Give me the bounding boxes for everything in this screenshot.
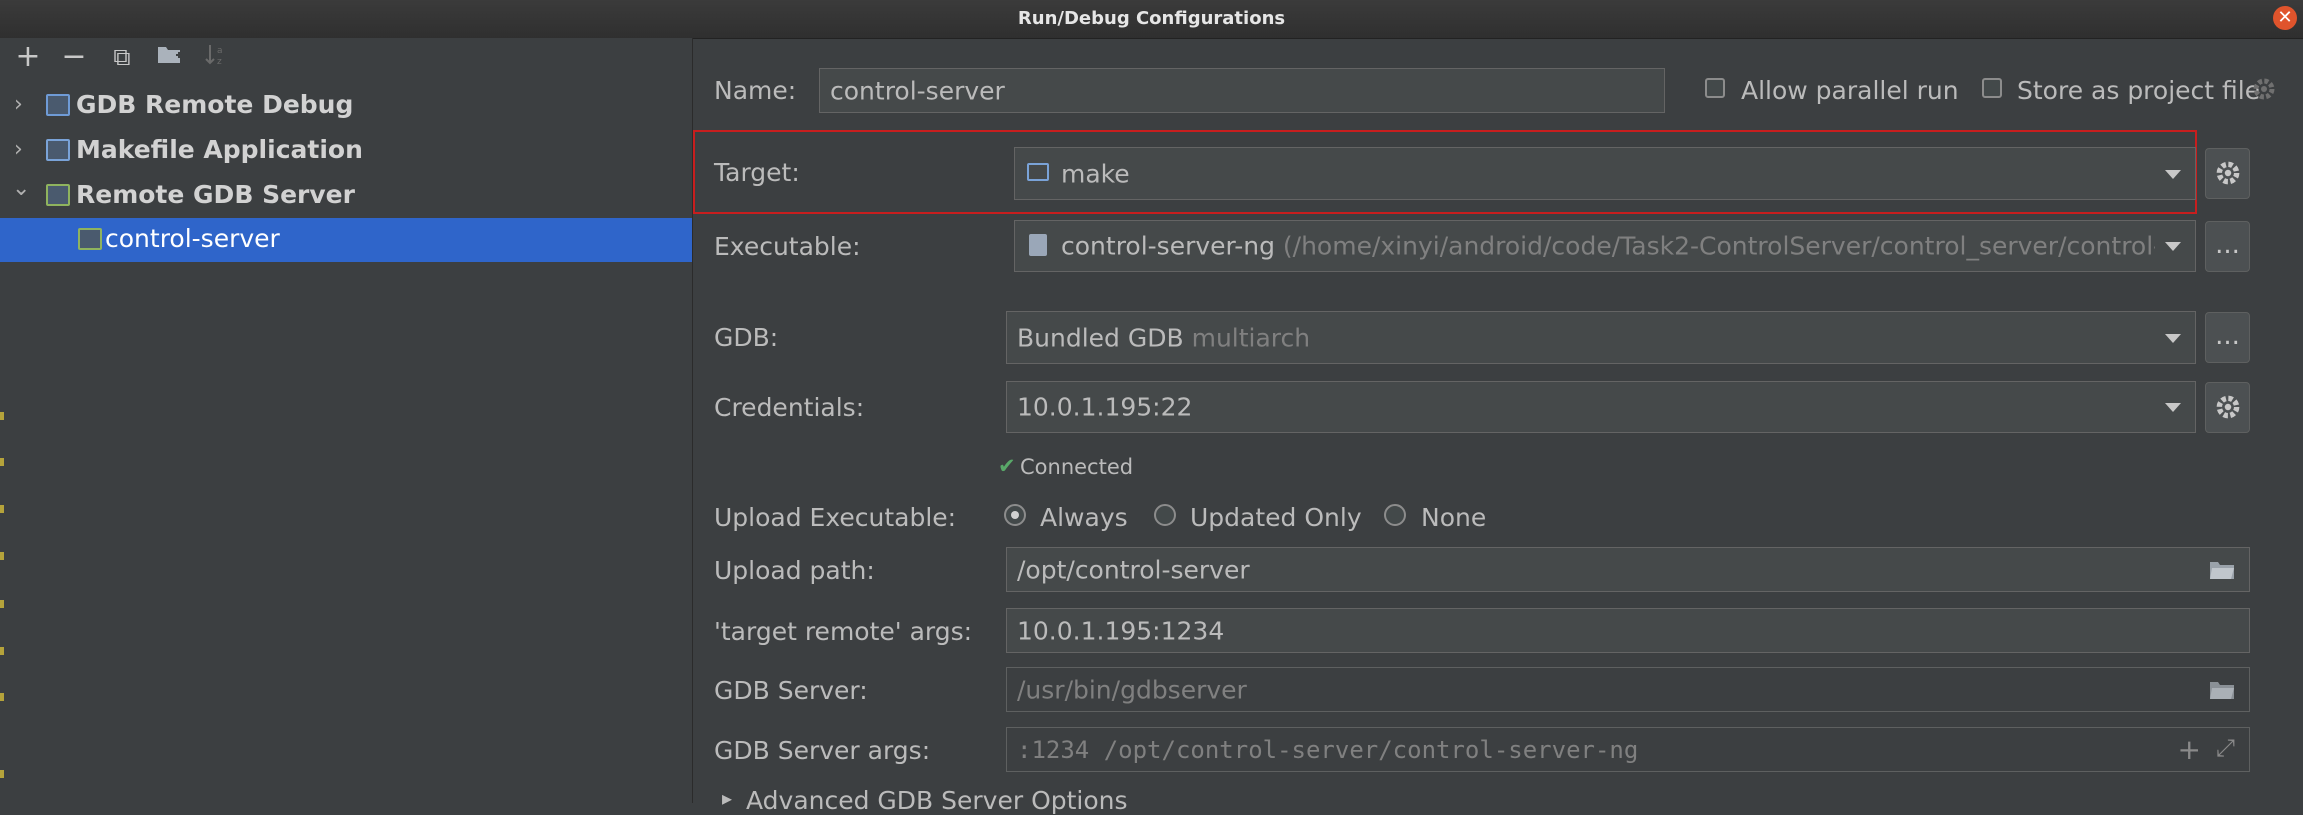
store-project-checkbox[interactable]	[1982, 78, 2002, 98]
dropdown-arrow-icon	[2165, 403, 2181, 412]
gutter-mark	[0, 505, 4, 513]
sort-button[interactable]: az	[200, 42, 232, 74]
radio-none-label: None	[1421, 503, 1487, 532]
title-bar: Run/Debug Configurations ✕	[0, 0, 2303, 39]
credentials-combo[interactable]: 10.0.1.195:22	[1006, 381, 2196, 433]
name-label: Name:	[714, 76, 797, 105]
add-icon[interactable]: +	[2178, 733, 2201, 766]
remote-gdb-config-icon	[78, 228, 102, 250]
file-icon	[1029, 234, 1047, 256]
executable-combo[interactable]: control-server-ng (/home/xinyi/android/c…	[1014, 220, 2196, 272]
tree-item-label: GDB Remote Debug	[76, 90, 354, 119]
credentials-settings-button[interactable]	[2205, 382, 2250, 433]
gutter-mark	[0, 600, 4, 608]
tree-item-label: Remote GDB Server	[76, 180, 355, 209]
target-icon	[1027, 163, 1049, 181]
executable-path: (/home/xinyi/android/code/Task2-ControlS…	[1282, 231, 2155, 261]
executable-browse-button[interactable]: ...	[2205, 221, 2250, 272]
target-remote-args-input[interactable]: 10.0.1.195:1234	[1006, 608, 2250, 653]
gdb-label: GDB:	[714, 323, 779, 352]
dropdown-arrow-icon	[2165, 242, 2181, 251]
radio-always-label: Always	[1040, 503, 1128, 532]
radio-always[interactable]	[1004, 504, 1026, 526]
tree-item-control-server[interactable]: control-server	[0, 218, 692, 262]
new-folder-button[interactable]	[154, 42, 186, 74]
gutter-mark	[0, 412, 4, 420]
gdb-server-args-label: GDB Server args:	[714, 736, 931, 765]
gdb-browse-button[interactable]: ...	[2205, 312, 2250, 363]
radio-none[interactable]	[1384, 504, 1406, 526]
gdb-server-args-input[interactable]: :1234 /opt/control-server/control-server…	[1006, 727, 2250, 772]
check-icon: ✔	[998, 454, 1016, 478]
gdb-server-label: GDB Server:	[714, 676, 868, 705]
upload-path-input[interactable]: /opt/control-server	[1006, 547, 2250, 592]
executable-name: control-server-ng	[1061, 231, 1275, 261]
name-input[interactable]: control-server	[819, 68, 1665, 113]
expand-icon[interactable]: ⤢	[2216, 734, 2235, 762]
gutter-mark	[0, 552, 4, 560]
gdb-config-icon	[46, 94, 70, 116]
gutter-mark	[0, 647, 4, 655]
target-settings-button[interactable]	[2205, 148, 2250, 199]
gdb-hint: multiarch	[1191, 323, 1311, 352]
tree-item-makefile-application[interactable]: › Makefile Application	[0, 129, 692, 173]
svg-text:z: z	[217, 57, 222, 67]
store-project-label: Store as project file	[2017, 76, 2261, 105]
tree-item-label: control-server	[105, 224, 280, 253]
allow-parallel-label: Allow parallel run	[1741, 76, 1959, 105]
gear-icon	[2216, 161, 2239, 185]
folder-add-icon	[158, 47, 182, 63]
gutter-mark	[0, 770, 4, 778]
tree-item-remote-gdb-server[interactable]: ⌄ Remote GDB Server	[0, 174, 692, 218]
gutter-mark	[0, 458, 4, 466]
credentials-label: Credentials:	[714, 393, 865, 422]
dropdown-arrow-icon	[2165, 169, 2181, 179]
advanced-expand-arrow-icon[interactable]: ▸	[722, 786, 732, 810]
allow-parallel-checkbox[interactable]	[1705, 78, 1725, 98]
remove-config-button[interactable]: −	[58, 42, 90, 74]
gear-icon	[2216, 395, 2239, 419]
folder-icon[interactable]	[2209, 560, 2235, 580]
folder-icon[interactable]	[2209, 680, 2235, 700]
expand-arrow-icon[interactable]: ›	[14, 92, 23, 117]
radio-updated-only[interactable]	[1154, 504, 1176, 526]
executable-label: Executable:	[714, 232, 861, 261]
collapse-arrow-icon[interactable]: ⌄	[12, 176, 30, 201]
upload-path-label: Upload path:	[714, 556, 875, 585]
close-button[interactable]: ✕	[2273, 6, 2297, 30]
dropdown-arrow-icon	[2165, 333, 2181, 343]
connection-status: Connected	[1020, 455, 1134, 479]
copy-config-button[interactable]: ⧉	[106, 42, 138, 74]
add-config-button[interactable]: +	[12, 42, 44, 74]
radio-updated-only-label: Updated Only	[1190, 503, 1362, 532]
svg-text:a: a	[217, 46, 223, 56]
target-combo[interactable]: make	[1014, 147, 2196, 200]
expand-arrow-icon[interactable]: ›	[14, 137, 23, 162]
target-label: Target:	[714, 158, 800, 187]
target-remote-args-label: 'target remote' args:	[714, 617, 973, 646]
remote-gdb-config-icon	[46, 184, 70, 206]
gutter-mark	[0, 693, 4, 701]
window-title: Run/Debug Configurations	[1017, 8, 1286, 29]
upload-executable-label: Upload Executable:	[714, 503, 957, 532]
makefile-config-icon	[46, 139, 70, 161]
tree-item-label: Makefile Application	[76, 135, 363, 164]
gear-icon[interactable]	[2252, 77, 2276, 101]
gdb-server-input[interactable]: /usr/bin/gdbserver	[1006, 667, 2250, 712]
tree-item-gdb-remote-debug[interactable]: › GDB Remote Debug	[0, 84, 692, 128]
gdb-combo[interactable]: Bundled GDB multiarch	[1006, 311, 2196, 364]
sort-icon: az	[205, 45, 223, 67]
advanced-options-toggle[interactable]: Advanced GDB Server Options	[746, 786, 1128, 815]
gdb-value: Bundled GDB	[1017, 323, 1184, 352]
